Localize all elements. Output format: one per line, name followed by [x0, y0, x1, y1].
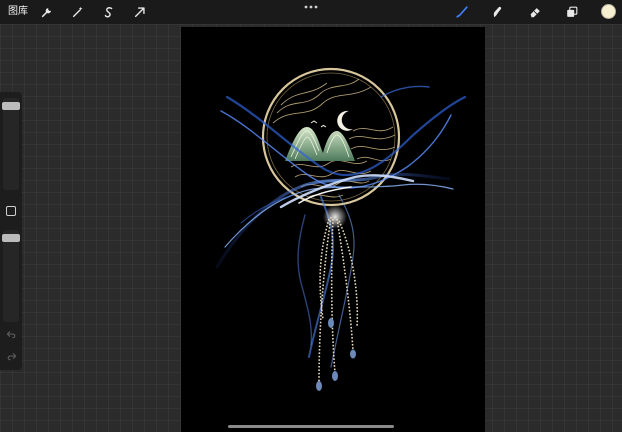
brush-icon[interactable] [453, 3, 471, 21]
current-color-swatch[interactable] [601, 4, 616, 19]
mountain-landscape [285, 127, 355, 161]
tassel-drops [316, 318, 356, 391]
beaded-tassels [318, 216, 359, 384]
drawing-canvas[interactable] [181, 27, 485, 432]
actions-wrench-icon[interactable] [38, 3, 56, 21]
transform-arrow-icon[interactable] [131, 3, 149, 21]
brush-opacity-slider[interactable] [2, 230, 20, 322]
smudge-icon[interactable] [488, 3, 506, 21]
adjustments-magic-wand-icon[interactable] [69, 3, 87, 21]
gallery-button[interactable]: 图库 [8, 4, 28, 20]
layers-icon[interactable] [563, 3, 581, 21]
home-indicator [228, 425, 394, 428]
brush-size-handle[interactable] [2, 102, 20, 110]
more-options-ellipsis-icon[interactable] [302, 2, 320, 12]
selection-icon[interactable] [100, 3, 118, 21]
birds [310, 120, 327, 128]
artwork-illustration [215, 67, 467, 391]
brush-opacity-handle[interactable] [2, 234, 20, 242]
brush-size-slider[interactable] [2, 98, 20, 190]
undo-arrow-icon[interactable] [5, 328, 17, 340]
left-sidebar [0, 92, 22, 370]
top-toolbar: 图库 [0, 0, 622, 24]
modify-button-square-icon[interactable] [6, 206, 16, 216]
eraser-icon[interactable] [526, 3, 544, 21]
crescent-moon-icon [337, 110, 353, 131]
redo-arrow-icon[interactable] [5, 350, 17, 362]
